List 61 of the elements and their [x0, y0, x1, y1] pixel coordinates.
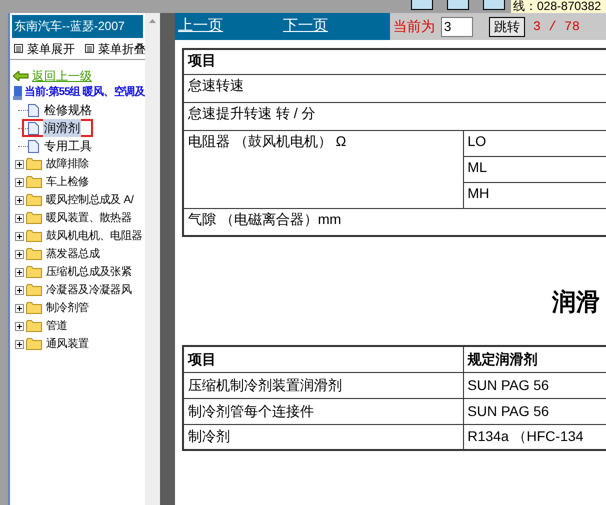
next-page-link[interactable]: 下一页	[283, 15, 328, 38]
menu-button[interactable]: 菜单折叠	[98, 40, 146, 58]
document-icon	[28, 104, 39, 116]
document-icon	[28, 140, 39, 152]
expand-icon[interactable]	[15, 340, 24, 348]
tree-item[interactable]: 管道	[46, 318, 68, 334]
expand-icon[interactable]	[15, 178, 24, 186]
tree-item[interactable]: 鼓风机电机、电阻器	[46, 228, 142, 244]
folder-icon	[26, 338, 42, 350]
folder-icon	[26, 230, 42, 242]
expand-icon[interactable]	[15, 322, 24, 330]
page-count: 3 / 78	[533, 18, 580, 36]
expand-icon[interactable]	[15, 232, 24, 240]
folder-icon	[26, 266, 42, 278]
tree-item[interactable]: 暖风控制总成及 A/	[46, 192, 134, 208]
folder-icon	[26, 212, 42, 224]
document-icon	[28, 122, 39, 134]
expand-icon[interactable]	[15, 268, 24, 276]
menu-icon	[85, 44, 94, 53]
tree-item[interactable]: 润滑剂	[43, 119, 81, 137]
table-cell: 制冷剂管每个连接件	[183, 398, 463, 424]
tree-item[interactable]: 冷凝器及冷凝器风	[46, 282, 132, 298]
table-cell: 电阻器 （鼓风机电机） Ω	[183, 130, 463, 208]
back-link[interactable]: 返回上一级	[32, 66, 92, 84]
tree-item[interactable]: 专用工具	[43, 137, 93, 155]
expand-icon[interactable]	[15, 304, 24, 312]
tree-item[interactable]: 制冷剂管	[46, 300, 89, 316]
current-page-label: 当前为	[393, 17, 435, 36]
folder-icon	[26, 176, 42, 188]
sidebar-title: 东南汽车--蓝瑟-2007	[12, 15, 143, 38]
expand-icon[interactable]	[15, 286, 24, 294]
tree-item[interactable]: 暖风装置、散热器	[46, 210, 132, 226]
table-cell: 压缩机制冷剂装置润滑剂	[183, 372, 463, 398]
expand-icon[interactable]	[15, 250, 24, 258]
menu-icon	[14, 44, 23, 53]
section-title: 润滑	[552, 288, 600, 318]
tree-item[interactable]: 通风装置	[46, 336, 89, 352]
tree-item[interactable]: 故障排除	[46, 156, 89, 172]
tree-item[interactable]: 检修规格	[43, 101, 93, 119]
tree-item[interactable]: 车上检修	[46, 174, 89, 190]
folder-icon	[26, 158, 42, 170]
back-arrow-icon	[13, 70, 29, 80]
column-header: 项目	[183, 346, 463, 372]
current-node-label: 当前:第55组 暖风、空调及	[24, 84, 145, 100]
scrollbar[interactable]	[145, 13, 160, 505]
tree-item[interactable]: 压缩机总成及张紧	[46, 264, 132, 280]
expand-icon[interactable]	[15, 160, 24, 168]
expand-icon[interactable]	[15, 196, 24, 204]
page-number-field[interactable]: 3	[441, 16, 473, 36]
folder-icon	[26, 320, 42, 332]
folder-icon	[26, 194, 42, 206]
menu-button[interactable]: 菜单展开	[27, 40, 75, 58]
tree-item[interactable]: 蒸发器总成	[46, 246, 100, 262]
folder-icon	[26, 284, 42, 296]
expand-icon[interactable]	[15, 214, 24, 222]
folder-icon	[26, 248, 42, 260]
phone-number: 线：028-870382	[511, 0, 606, 13]
go-button[interactable]: 跳转	[489, 16, 525, 36]
computer-icon	[13, 86, 22, 100]
previous-page-link[interactable]: 上一页	[178, 15, 223, 38]
folder-icon	[26, 302, 42, 314]
